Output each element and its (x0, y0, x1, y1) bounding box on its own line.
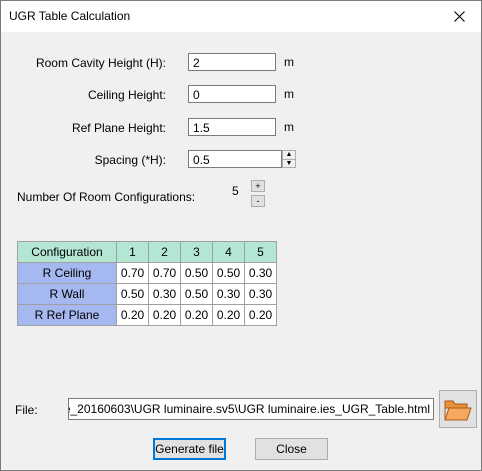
file-path-field[interactable]: R value_20160603\UGR luminaire.sv5\UGR l… (68, 398, 434, 420)
table-header-cell: 4 (212, 241, 245, 263)
table-cell[interactable]: 0.50 (180, 283, 213, 305)
configuration-table: Configuration 1 2 3 4 5 R Ceiling 0.70 0… (17, 241, 277, 326)
table-cell[interactable]: 0.30 (244, 283, 277, 305)
row-header-r-ref-plane: R Ref Plane (17, 304, 117, 326)
table-row: R Ceiling 0.70 0.70 0.50 0.50 0.30 (17, 262, 277, 284)
ceiling-height-label: Ceiling Height: (87, 88, 166, 102)
row-header-r-ceiling: R Ceiling (17, 262, 117, 284)
row-header-r-wall: R Wall (17, 283, 117, 305)
table-cell[interactable]: 0.20 (180, 304, 213, 326)
table-cell[interactable]: 0.20 (148, 304, 181, 326)
spin-down-icon[interactable]: ▼ (283, 160, 295, 168)
ref-plane-height-input[interactable]: 1.5 (188, 118, 276, 136)
ref-plane-height-unit: m (284, 120, 294, 134)
close-icon (453, 11, 465, 22)
table-cell[interactable]: 0.50 (212, 262, 245, 284)
decrement-configurations-button[interactable]: - (251, 195, 265, 207)
table-cell[interactable]: 0.50 (180, 262, 213, 284)
table-cell[interactable]: 0.70 (116, 262, 149, 284)
close-window-button[interactable] (437, 1, 481, 32)
ugr-dialog: UGR Table Calculation Room Cavity Height… (0, 0, 482, 471)
table-row: R Wall 0.50 0.30 0.50 0.30 0.30 (17, 283, 277, 305)
table-cell[interactable]: 0.50 (116, 283, 149, 305)
room-configurations-label: Number Of Room Configurations: (17, 190, 196, 204)
title-bar: UGR Table Calculation (1, 1, 481, 32)
ref-plane-height-label: Ref Plane Height: (71, 121, 166, 135)
room-cavity-height-input[interactable]: 2 (188, 53, 276, 71)
room-configurations-value: 5 (232, 184, 239, 198)
spacing-label: Spacing (*H): (94, 153, 166, 167)
table-header-row: Configuration 1 2 3 4 5 (17, 241, 277, 263)
table-cell[interactable]: 0.30 (212, 283, 245, 305)
room-cavity-height-label: Room Cavity Height (H): (35, 56, 166, 70)
increment-configurations-button[interactable]: + (251, 180, 265, 192)
browse-folder-button[interactable] (439, 390, 477, 428)
table-cell[interactable]: 0.20 (244, 304, 277, 326)
table-cell[interactable]: 0.20 (212, 304, 245, 326)
ceiling-height-input[interactable]: 0 (188, 85, 276, 103)
generate-file-button[interactable]: Generate file (153, 438, 226, 460)
table-header-cell: 2 (148, 241, 181, 263)
spin-up-icon[interactable]: ▲ (283, 151, 295, 160)
close-button[interactable]: Close (255, 438, 328, 460)
table-header-cell: 1 (116, 241, 149, 263)
table-row: R Ref Plane 0.20 0.20 0.20 0.20 0.20 (17, 304, 277, 326)
table-cell[interactable]: 0.30 (244, 262, 277, 284)
file-label: File: (15, 403, 38, 417)
table-cell[interactable]: 0.30 (148, 283, 181, 305)
spacing-input[interactable]: 0.5 (188, 150, 282, 168)
table-cell[interactable]: 0.70 (148, 262, 181, 284)
room-cavity-height-unit: m (284, 55, 294, 69)
table-header-cell: 5 (244, 241, 277, 263)
folder-icon (444, 400, 472, 421)
table-cell[interactable]: 0.20 (116, 304, 149, 326)
ceiling-height-unit: m (284, 87, 294, 101)
window-title: UGR Table Calculation (9, 9, 131, 23)
file-path-text: R value_20160603\UGR luminaire.sv5\UGR l… (68, 402, 430, 416)
table-header-cell: Configuration (17, 241, 117, 263)
table-header-cell: 3 (180, 241, 213, 263)
spacing-spinner[interactable]: ▲ ▼ (282, 150, 296, 168)
